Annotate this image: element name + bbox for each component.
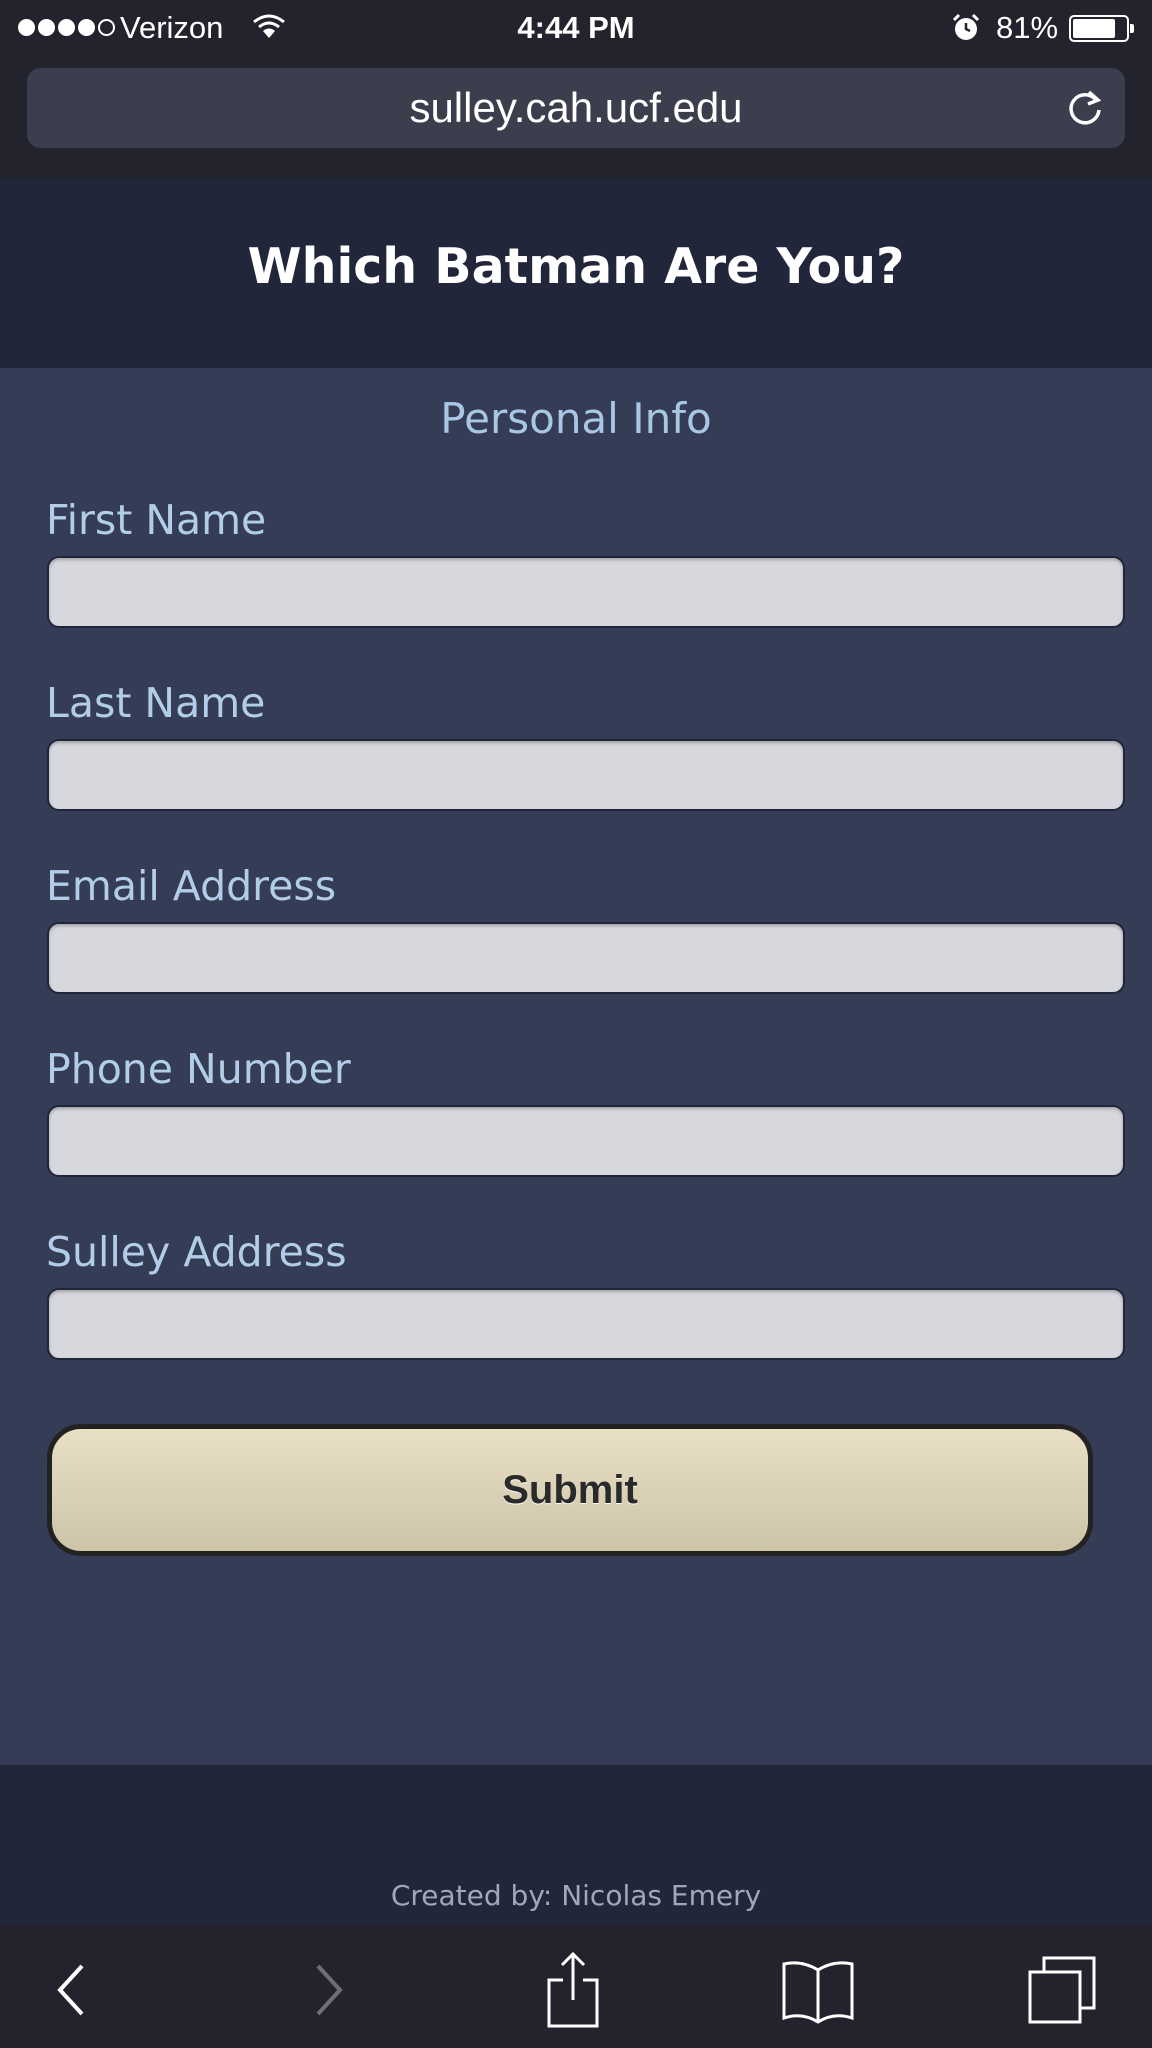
browser-chrome: sulley.cah.ucf.edu <box>0 58 1152 178</box>
battery-percent: 81% <box>996 10 1059 45</box>
reload-icon[interactable] <box>1063 86 1107 130</box>
first-name-label: First Name <box>46 496 267 544</box>
email-address-label: Email Address <box>46 862 337 910</box>
sulley-address-input[interactable] <box>47 1288 1125 1360</box>
address-bar[interactable]: sulley.cah.ucf.edu <box>27 68 1125 148</box>
sulley-address-label: Sulley Address <box>46 1228 347 1276</box>
last-name-label: Last Name <box>46 679 266 727</box>
battery-level-fill <box>1073 19 1116 38</box>
status-bar: Verizon 4:44 PM 81% <box>0 0 1152 58</box>
page-footer: Created by: Nicolas Emery <box>0 1765 1152 1925</box>
back-icon[interactable] <box>32 1955 112 2025</box>
personal-info-form: Personal Info First Name Last Name Email… <box>0 368 1152 1765</box>
browser-toolbar <box>0 1925 1152 2048</box>
last-name-input[interactable] <box>47 739 1125 811</box>
share-icon[interactable] <box>533 1951 613 2028</box>
url-text[interactable]: sulley.cah.ucf.edu <box>27 68 1125 148</box>
battery-icon <box>1069 15 1134 42</box>
page-header: Which Batman Are You? <box>0 178 1152 368</box>
app: Verizon 4:44 PM 81% sulley.cah.ucf.edu W… <box>0 0 1152 2048</box>
forward-icon[interactable] <box>288 1955 368 2025</box>
alarm-icon <box>952 13 980 50</box>
email-address-input[interactable] <box>47 922 1125 994</box>
submit-button[interactable]: Submit <box>47 1424 1093 1556</box>
phone-number-input[interactable] <box>47 1105 1125 1177</box>
bookmarks-icon[interactable] <box>778 1955 858 2025</box>
page-title: Which Batman Are You? <box>247 238 905 295</box>
phone-number-label: Phone Number <box>46 1045 351 1093</box>
credit-text: Created by: Nicolas Emery <box>390 1879 762 1912</box>
first-name-input[interactable] <box>47 556 1125 628</box>
section-title: Personal Info <box>440 394 712 443</box>
tabs-icon[interactable] <box>1022 1955 1102 2025</box>
